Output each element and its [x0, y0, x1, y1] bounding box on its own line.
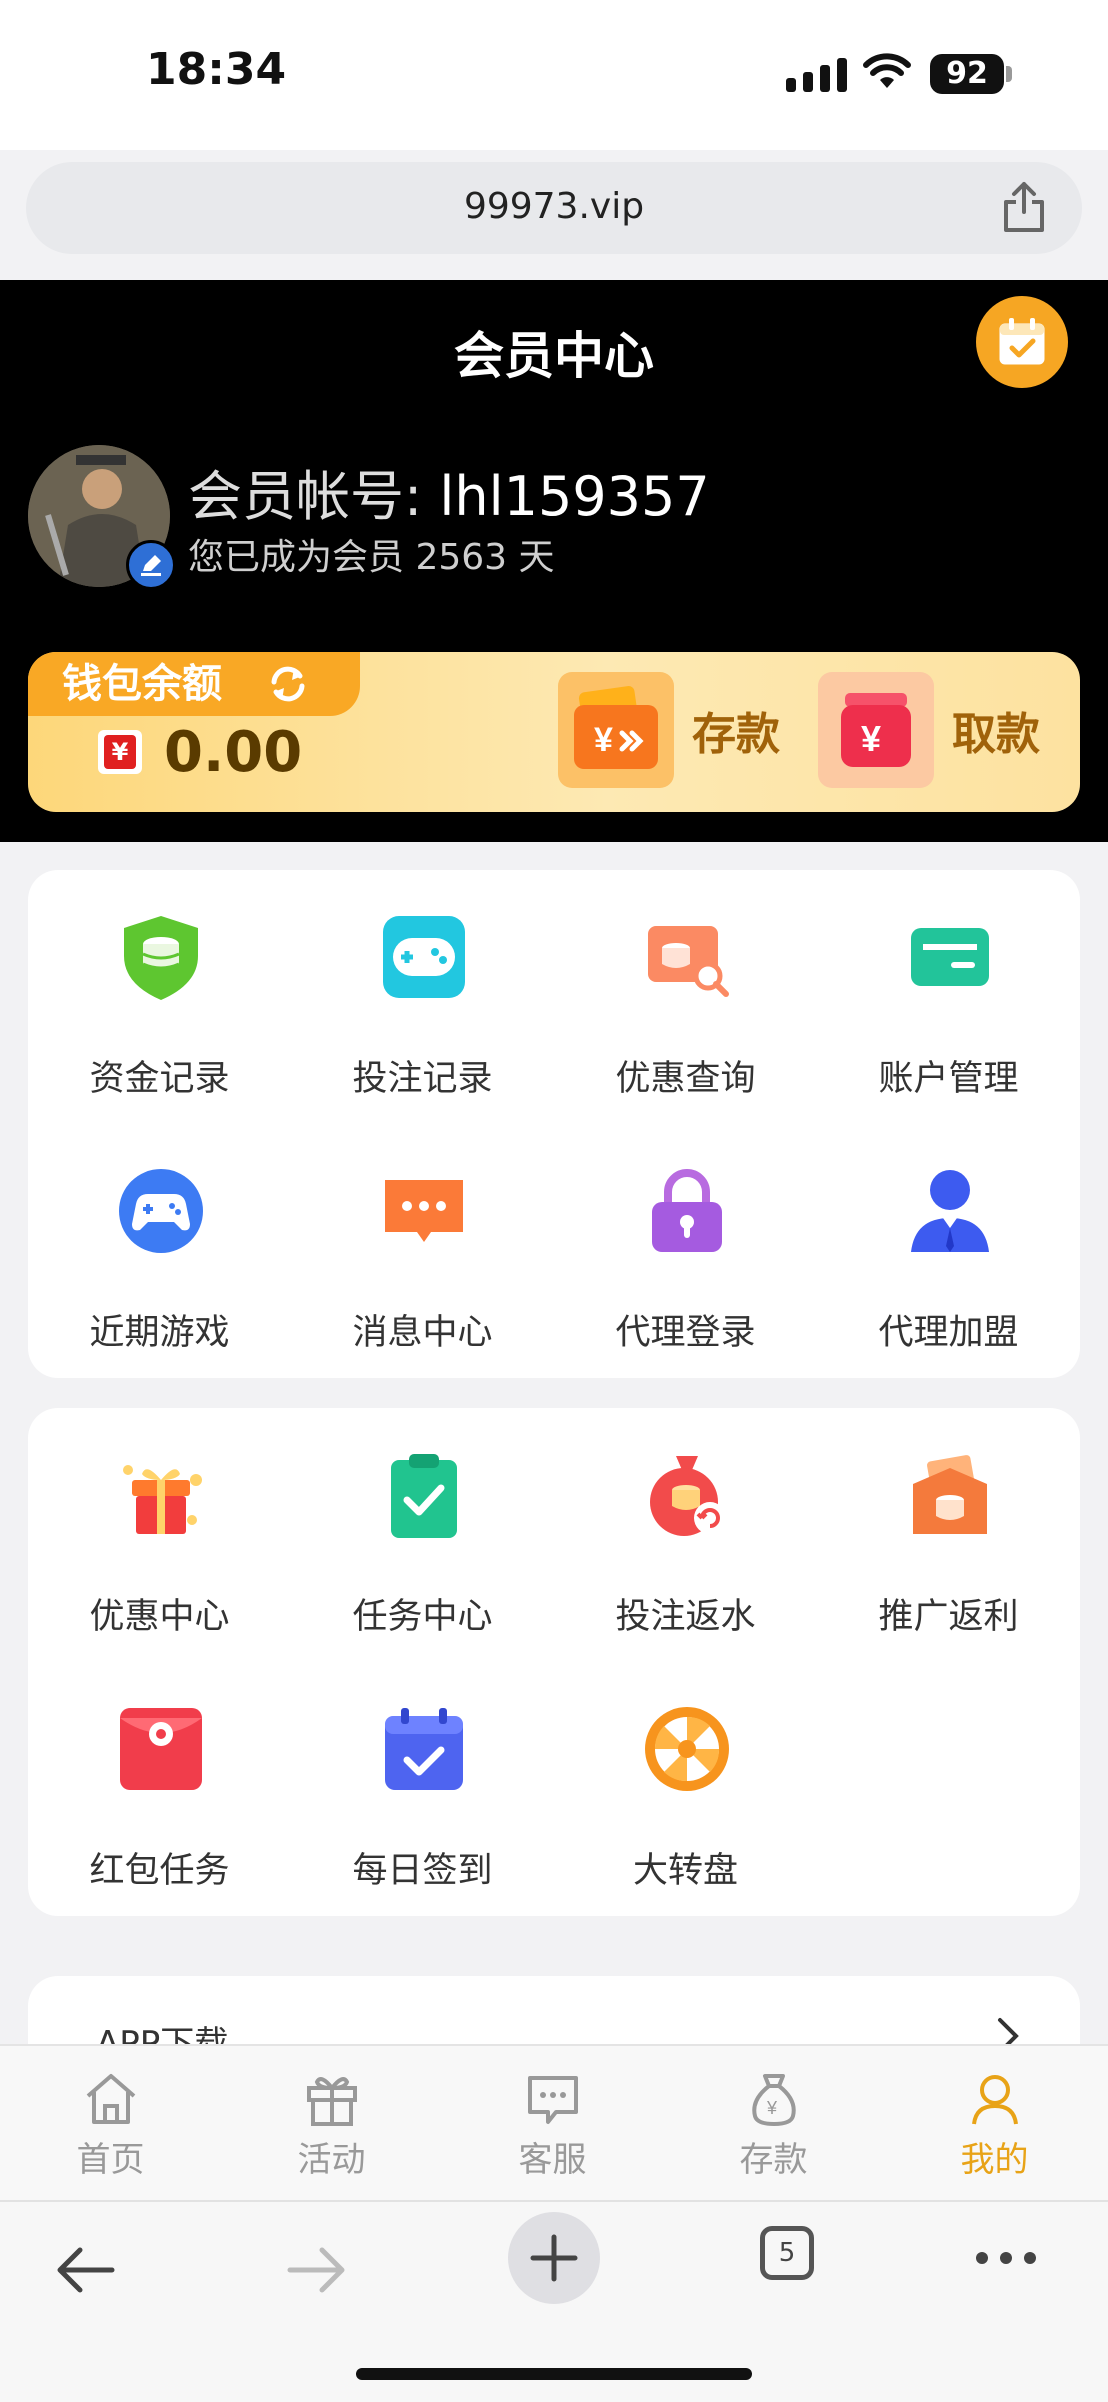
red-envelope-icon [120, 1708, 202, 1790]
page-title: 会员中心 [454, 327, 654, 385]
clipboard-check-icon [391, 1454, 457, 1538]
gamepad-icon [383, 916, 465, 998]
account-id: lhl159357 [439, 465, 710, 528]
chat-icon [527, 2076, 578, 2124]
grid-item-account-management[interactable]: 账户管理 [817, 870, 1080, 1124]
lock-icon [652, 1169, 722, 1252]
more-dots-icon[interactable] [974, 2250, 1038, 2266]
grid-item-promo-query[interactable]: 优惠查询 [554, 870, 817, 1124]
card-icon [911, 928, 989, 986]
grid-item-bet-records[interactable]: 投注记录 [291, 870, 554, 1124]
withdraw-label: 取款 [952, 709, 1040, 760]
new-tab-button[interactable] [508, 2212, 600, 2304]
svg-text:¥: ¥ [594, 721, 613, 759]
status-time: 18:34 [146, 44, 287, 95]
grid-item-fund-records[interactable]: 资金记录 [28, 870, 291, 1124]
home-icon [86, 2074, 135, 2124]
home-indicator [356, 2368, 752, 2380]
url-text[interactable]: 99973.vip [26, 186, 1082, 227]
back-arrow-icon[interactable] [52, 2242, 116, 2298]
deposit-label: 存款 [692, 709, 780, 760]
plus-icon [530, 2234, 578, 2282]
pencil-icon [141, 555, 161, 576]
battery-indicator: 92 [930, 54, 1004, 94]
wallet-label-text: 钱包余额 [62, 661, 222, 707]
svg-text:¥: ¥ [766, 2098, 778, 2118]
svg-text:¥: ¥ [861, 718, 881, 759]
withdraw-button[interactable]: ¥ 取款 [818, 672, 1040, 788]
nav-deposit[interactable]: ¥ 存款 [663, 2070, 884, 2181]
deposit-button[interactable]: ¥ 存款 [558, 672, 780, 788]
grid-item-task-center[interactable]: 任务中心 [291, 1408, 554, 1662]
account-line: 会员帐号: lhl159357 [188, 452, 710, 531]
bottom-nav: 首页 活动 客服 ¥ 存款 我的 [0, 2044, 1108, 2202]
refresh-icon[interactable] [266, 664, 310, 704]
grid-item-promo-rebate[interactable]: 推广返利 [817, 1408, 1080, 1662]
wheel-icon [645, 1707, 729, 1791]
calendar-check-icon [385, 1708, 463, 1790]
grid-item-red-envelope-task[interactable]: 红包任务 [28, 1662, 291, 1916]
grid-item-promo-center[interactable]: 优惠中心 [28, 1408, 291, 1662]
gift-icon [306, 2077, 357, 2126]
grid-item-daily-checkin[interactable]: 每日签到 [291, 1662, 554, 1916]
gift-box-icon [123, 1465, 202, 1534]
address-bar[interactable]: 99973.vip [26, 162, 1082, 254]
activities-card: 优惠中心 任务中心 投注返水 推广返利 红包任务 每日签到 大转盘 [28, 1408, 1080, 1916]
agent-person-icon [911, 1170, 989, 1252]
account-label: 会员帐号: [188, 465, 440, 528]
money-bag-icon: ¥ [751, 2074, 796, 2127]
sign-in-calendar-button[interactable] [976, 296, 1068, 388]
member-header: 会员中心 会员帐号: lhl159357 您已成为会员 2563 天 钱包余额 … [0, 280, 1108, 842]
money-bag-rebate-icon [650, 1456, 726, 1536]
grid-item-message-center[interactable]: 消息中心 [291, 1124, 554, 1378]
records-card: 资金记录 投注记录 优惠查询 账户管理 近期游戏 消息中心 代理登录 代理加盟 [28, 870, 1080, 1378]
deposit-wallet-icon: ¥ [558, 672, 674, 788]
signal-icon [786, 58, 847, 92]
edit-avatar-button[interactable] [126, 540, 176, 590]
message-icon [385, 1180, 463, 1242]
wallet-label: 钱包余额 [28, 652, 360, 716]
shield-coins-icon [124, 916, 198, 1000]
nav-support[interactable]: 客服 [442, 2070, 663, 2181]
nav-mine[interactable]: 我的 [884, 2070, 1105, 2181]
yen-icon: ¥ [98, 730, 142, 774]
nav-activities[interactable]: 活动 [221, 2070, 442, 2181]
grid-item-lucky-wheel[interactable]: 大转盘 [554, 1662, 817, 1916]
withdraw-icon: ¥ [818, 672, 934, 788]
tabs-button[interactable]: 5 [760, 2226, 814, 2280]
grid-item-agent-join[interactable]: 代理加盟 [817, 1124, 1080, 1378]
calendar-check-icon [999, 318, 1045, 365]
grid-item-recent-games[interactable]: 近期游戏 [28, 1124, 291, 1378]
grid-item-agent-login[interactable]: 代理登录 [554, 1124, 817, 1378]
wallet-card: 钱包余额 ¥ 0.00 ¥ 存款 ¥ 取款 [28, 652, 1080, 812]
wallet-balance: 0.00 [164, 720, 303, 785]
coupon-search-icon [648, 926, 729, 997]
game-controller-icon [119, 1169, 203, 1253]
person-icon [971, 2075, 1018, 2125]
status-bar: 18:34 92 [0, 0, 1108, 150]
forward-arrow-icon[interactable] [286, 2242, 350, 2298]
envelope-coins-icon [913, 1455, 987, 1534]
grid-item-bet-rebate[interactable]: 投注返水 [554, 1408, 817, 1662]
share-icon[interactable] [1000, 180, 1048, 234]
browser-toolbar: 5 [0, 2200, 1108, 2402]
nav-home[interactable]: 首页 [0, 2070, 221, 2181]
member-days: 您已成为会员 2563 天 [188, 537, 555, 578]
wifi-icon [863, 53, 911, 88]
battery-tip [1006, 66, 1012, 82]
